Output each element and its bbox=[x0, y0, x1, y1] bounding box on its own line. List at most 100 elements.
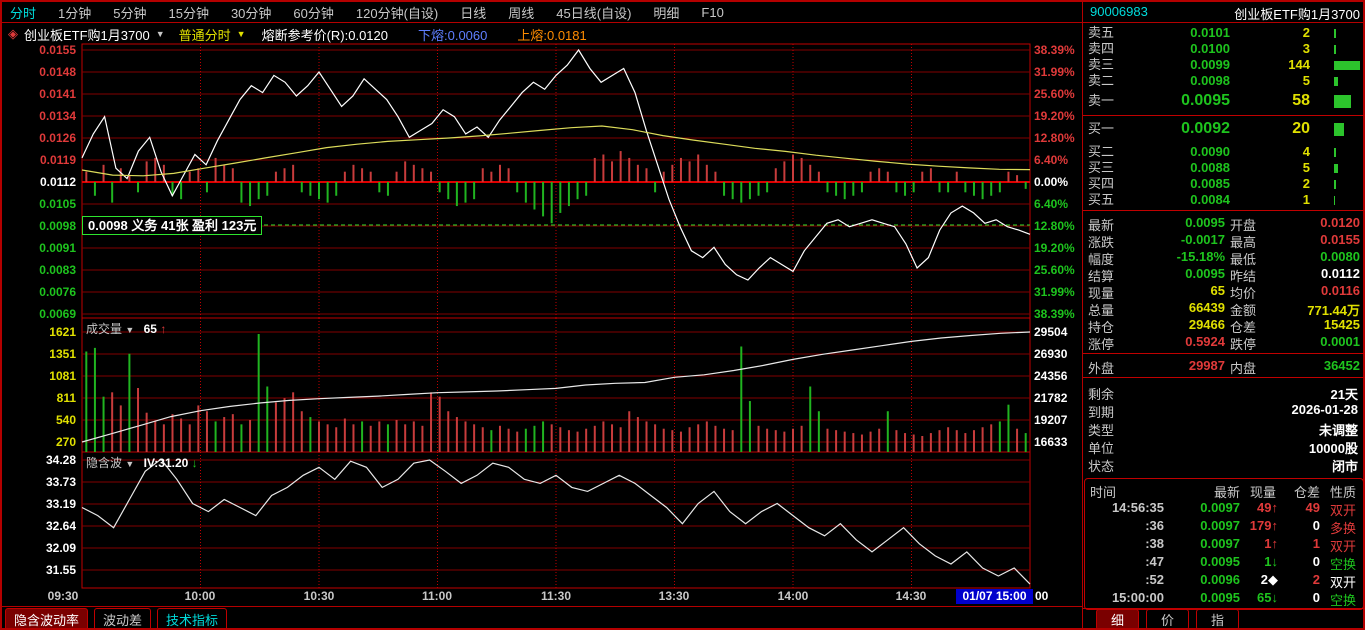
tx-oi-diff: 49 bbox=[1305, 500, 1320, 515]
upper-fuse-price: 上熔:0.0181 bbox=[517, 27, 587, 43]
volume-current-value: 65 bbox=[143, 322, 157, 336]
dropdown-arrow-icon[interactable]: ▼ bbox=[237, 29, 246, 39]
iv-axis-label: 34.28 bbox=[45, 453, 76, 467]
down-arrow-icon: ↓ bbox=[1271, 554, 1279, 569]
order-book-volume: 144 bbox=[1288, 57, 1310, 72]
menu-item-45日线(自设)[interactable]: 45日线(自设) bbox=[556, 3, 631, 22]
tab-指[interactable]: 指 bbox=[1196, 609, 1240, 630]
tx-header: 现量 bbox=[1249, 485, 1276, 500]
down-arrow-icon: ↓ bbox=[1271, 590, 1279, 605]
order-book-volume: 20 bbox=[1292, 120, 1310, 137]
flat-diamond-icon: ◆ bbox=[1268, 572, 1278, 587]
tab-波动差[interactable]: 波动差 bbox=[94, 608, 152, 630]
order-book-volume: 2 bbox=[1302, 176, 1310, 191]
menu-item-明细[interactable]: 明细 bbox=[653, 3, 679, 22]
tx-volume-number: 1 bbox=[1264, 554, 1272, 569]
mode-selector[interactable]: 普通分时 bbox=[179, 25, 231, 44]
order-book-volume-bar bbox=[1334, 61, 1360, 70]
time-axis-label: 09:30 bbox=[47, 589, 79, 603]
contract-name: 创业板ETF购1月3700 bbox=[1234, 7, 1360, 22]
tx-nature: 空换 bbox=[1330, 557, 1357, 572]
stat-value: 0.0112 bbox=[1320, 266, 1360, 281]
tab-隐含波动率[interactable]: 隐含波动率 bbox=[5, 608, 89, 630]
menu-item-30分钟[interactable]: 30分钟 bbox=[231, 3, 271, 22]
tab-技术指标[interactable]: 技术指标 bbox=[157, 608, 228, 630]
strike-tooltip: 0.0098 义务 41张 盈利 123元 bbox=[82, 216, 263, 235]
menu-item-5分钟[interactable]: 5分钟 bbox=[113, 3, 146, 22]
dropdown-arrow-icon[interactable]: ▼ bbox=[125, 325, 134, 335]
price-axis-label: 0.0141 bbox=[39, 87, 76, 101]
tx-time: :38 bbox=[1145, 536, 1164, 551]
tx-nature: 双开 bbox=[1330, 575, 1357, 590]
order-book-price[interactable]: 0.0084 bbox=[1100, 192, 1230, 208]
time-axis-label: 14:30 bbox=[895, 589, 927, 603]
fuse-reference-price: 熔断参考价(R):0.0120 bbox=[261, 27, 388, 43]
time-axis-label: 11:30 bbox=[540, 589, 572, 603]
info-label: 状态 bbox=[1088, 459, 1115, 474]
panel-separator bbox=[1083, 115, 1365, 116]
volume-label-text: 成交量 bbox=[86, 322, 123, 336]
order-book-price[interactable]: 0.0098 bbox=[1100, 73, 1230, 89]
tx-volume-number: 1 bbox=[1264, 536, 1272, 551]
menu-item-F10[interactable]: F10 bbox=[701, 5, 723, 20]
time-axis-label: 10:30 bbox=[303, 589, 335, 603]
info-value: 21天 bbox=[1330, 387, 1358, 402]
tx-volume: 1↑ bbox=[1222, 536, 1278, 551]
menu-item-分时[interactable]: 分时 bbox=[10, 3, 36, 22]
percent-axis-label: 38.39% bbox=[1034, 43, 1075, 57]
order-book-price[interactable]: 0.0101 bbox=[1100, 25, 1230, 41]
tx-header: 仓差 bbox=[1293, 485, 1320, 500]
chart-info-bar: ◈ 创业板ETF购1月3700 ▼ 普通分时 ▼ 熔断参考价(R):0.0120… bbox=[8, 25, 1078, 44]
order-book-price[interactable]: 0.0090 bbox=[1100, 144, 1230, 160]
percent-axis-label: 12.80% bbox=[1034, 131, 1075, 145]
order-book-price[interactable]: 0.0088 bbox=[1100, 160, 1230, 176]
menu-item-120分钟(自设)[interactable]: 120分钟(自设) bbox=[356, 3, 438, 22]
stat-value: 0.0120 bbox=[1320, 215, 1360, 230]
time-axis-label: 10:00 bbox=[184, 589, 216, 603]
tx-time: :47 bbox=[1145, 554, 1164, 569]
tx-nature: 双开 bbox=[1330, 539, 1357, 554]
dropdown-arrow-icon[interactable]: ▼ bbox=[156, 29, 165, 39]
order-book-price[interactable]: 0.0100 bbox=[1100, 41, 1230, 57]
price-axis-label: 0.0134 bbox=[39, 109, 76, 123]
order-book-price[interactable]: 0.0095 bbox=[1100, 89, 1230, 113]
order-book-price[interactable]: 0.0099 bbox=[1100, 57, 1230, 73]
volume-axis-label: 811 bbox=[56, 391, 76, 405]
order-book-volume: 58 bbox=[1292, 92, 1310, 109]
menu-item-15分钟[interactable]: 15分钟 bbox=[168, 3, 208, 22]
open-interest-axis-label: 24356 bbox=[1034, 369, 1068, 383]
order-book-volume: 5 bbox=[1302, 160, 1310, 175]
dropdown-arrow-icon[interactable]: ▼ bbox=[125, 459, 134, 469]
order-book-volume-bar bbox=[1334, 29, 1336, 38]
iv-down-arrow-icon: ↓ bbox=[191, 456, 198, 470]
price-axis-label: 0.0126 bbox=[39, 131, 76, 145]
info-value: 闭市 bbox=[1331, 459, 1358, 474]
price-axis-label: 0.0119 bbox=[39, 153, 76, 167]
order-book-volume-bar bbox=[1334, 95, 1351, 108]
percent-axis-label: 19.20% bbox=[1034, 241, 1075, 255]
menu-item-60分钟[interactable]: 60分钟 bbox=[293, 3, 333, 22]
menu-bar: 分时 1分钟 5分钟 15分钟 30分钟 60分钟 120分钟(自设) 日线 周线 45日线(自设… bbox=[10, 3, 1080, 21]
stat-value: 66439 bbox=[1188, 300, 1225, 315]
tx-time: 15:00:00 bbox=[1111, 590, 1164, 605]
tx-volume-number: 2 bbox=[1260, 572, 1268, 587]
volume-axis-label: 270 bbox=[55, 435, 76, 449]
menu-item-日线[interactable]: 日线 bbox=[460, 3, 486, 22]
price-axis-label: 0.0155 bbox=[39, 43, 76, 57]
time-axis-label: 14:00 bbox=[777, 589, 809, 603]
tab-细[interactable]: 细 bbox=[1096, 609, 1140, 630]
order-book-price[interactable]: 0.0092 bbox=[1100, 117, 1230, 141]
tab-价[interactable]: 价 bbox=[1146, 609, 1190, 630]
trading-terminal: 分时 1分钟 5分钟 15分钟 30分钟 60分钟 120分钟(自设) 日线 周线 45日线(自设… bbox=[0, 0, 1365, 630]
order-book-volume-bar bbox=[1334, 180, 1336, 189]
stat-value: 0.0095 bbox=[1185, 215, 1225, 230]
order-book-volume-bar bbox=[1334, 45, 1336, 54]
price-axis-label: 0.0069 bbox=[39, 307, 76, 321]
price-axis-label: 0.0105 bbox=[39, 197, 76, 211]
volume-axis-label: 1081 bbox=[49, 369, 76, 383]
contract-code: 90006983 bbox=[1090, 4, 1148, 19]
order-book-price[interactable]: 0.0085 bbox=[1100, 176, 1230, 192]
menu-item-1分钟[interactable]: 1分钟 bbox=[58, 3, 91, 22]
symbol-selector[interactable]: 创业板ETF购1月3700 bbox=[24, 25, 150, 44]
menu-item-周线[interactable]: 周线 bbox=[508, 3, 534, 22]
